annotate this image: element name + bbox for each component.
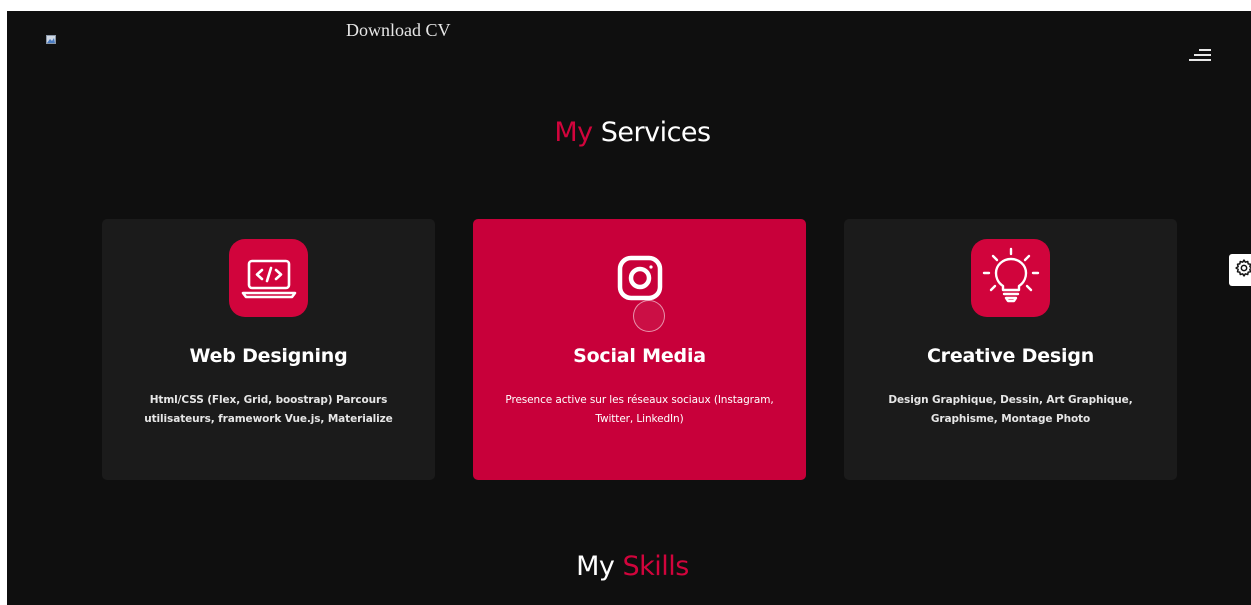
services-title: My Services — [7, 117, 1251, 148]
download-cv-link[interactable]: Download CV — [346, 21, 451, 39]
card-description: Presence active sur les réseaux sociaux … — [505, 394, 774, 425]
card-title: Web Designing — [189, 345, 348, 367]
service-card-web-designing[interactable]: Web Designing Html/CSS (Flex, Grid, boos… — [102, 219, 435, 480]
card-title: Creative Design — [926, 345, 1095, 367]
skills-title: My Skills — [7, 551, 1251, 582]
services-title-main: Services — [600, 117, 711, 148]
skills-title-main: My — [576, 551, 615, 582]
skills-title-accent: Skills — [622, 551, 690, 582]
service-card-creative-design[interactable]: Creative Design Design Graphique, Dessin… — [844, 219, 1177, 480]
page-frame: Download CV My Services Web Designing Ht… — [7, 11, 1251, 605]
ripple-effect — [633, 300, 665, 332]
card-title: Social Media — [573, 345, 706, 367]
card-description: Design Graphique, Dessin, Art Graphique,… — [888, 394, 1133, 425]
gear-icon — [1234, 258, 1251, 283]
logo-image[interactable] — [46, 32, 60, 44]
card-description: Html/CSS (Flex, Grid, boostrap) Parcours… — [144, 394, 393, 425]
service-card-social-media[interactable]: Social Media Presence active sur les rés… — [473, 219, 806, 480]
hamburger-menu-icon[interactable] — [1189, 49, 1211, 63]
settings-button[interactable] — [1229, 254, 1251, 286]
code-laptop-icon — [229, 239, 308, 317]
services-title-accent: My — [554, 117, 593, 148]
lightbulb-icon — [971, 239, 1050, 317]
